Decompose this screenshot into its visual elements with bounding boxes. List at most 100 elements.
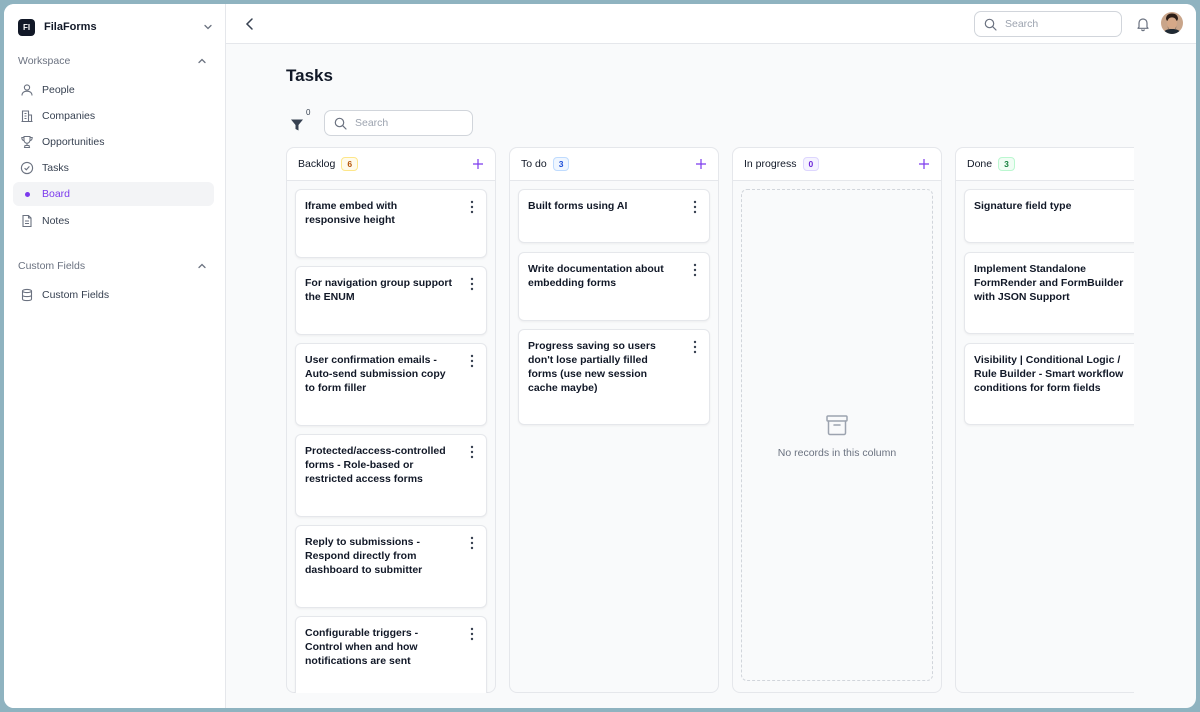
task-card[interactable]: User confirmation emails - Auto-send sub… <box>295 343 487 426</box>
task-card[interactable]: For navigation group support the ENUM <box>295 266 487 335</box>
count-badge: 3 <box>552 157 570 171</box>
sidebar-item-notes[interactable]: Notes <box>13 209 214 233</box>
more-vertical-icon[interactable] <box>693 263 697 277</box>
tenant-switcher[interactable]: FI FilaForms <box>18 17 214 37</box>
task-card-title: Configurable triggers - Control when and… <box>305 627 419 667</box>
plus-icon[interactable] <box>918 158 930 170</box>
task-card-title: Progress saving so users don't lose part… <box>528 340 656 394</box>
task-card-title: Iframe embed with responsive height <box>305 200 398 226</box>
column-header: In progress 0 <box>733 148 941 181</box>
more-vertical-icon[interactable] <box>470 536 474 550</box>
task-card-title: Built forms using AI <box>528 200 628 212</box>
task-card-title: Reply to submissions - Respond directly … <box>305 536 423 576</box>
task-card[interactable]: Protected/access-controlled forms - Role… <box>295 434 487 517</box>
archive-box-icon <box>826 415 848 436</box>
empty-drop-zone[interactable]: No records in this column <box>741 189 933 681</box>
sidebar-item-label: Board <box>42 188 71 200</box>
chevron-left-icon[interactable] <box>242 16 258 32</box>
filter-icon <box>291 119 303 131</box>
sidebar-item-label: Notes <box>42 215 70 227</box>
task-card-title: Implement Standalone FormRender and Form… <box>974 263 1124 303</box>
sidebar: FI FilaForms Workspace People Companies … <box>4 4 226 708</box>
user-avatar[interactable] <box>1161 12 1183 34</box>
column-title: In progress <box>744 158 797 170</box>
column-in-progress: In progress 0 No records in this column <box>732 147 942 693</box>
task-card-title: Visibility | Conditional Logic / Rule Bu… <box>974 354 1124 394</box>
filter-count-badge: 0 <box>306 108 311 117</box>
task-card[interactable]: Iframe embed with responsive height <box>295 189 487 258</box>
custom-fields-group-header[interactable]: Custom Fields <box>18 258 208 274</box>
column-done: Done 3 Signature field type Implement St… <box>955 147 1134 693</box>
task-card[interactable]: Implement Standalone FormRender and Form… <box>964 252 1134 334</box>
database-icon <box>20 288 34 302</box>
count-badge: 3 <box>998 157 1015 171</box>
sidebar-item-label: Custom Fields <box>42 289 110 301</box>
task-card-title: Signature field type <box>974 200 1072 212</box>
workspace-group-header[interactable]: Workspace <box>18 53 208 69</box>
more-vertical-icon[interactable] <box>693 340 697 354</box>
custom-fields-group-label: Custom Fields <box>18 260 86 272</box>
plus-icon[interactable] <box>695 158 707 170</box>
filter-button[interactable]: 0 <box>290 108 316 134</box>
sidebar-item-label: People <box>42 84 75 96</box>
sidebar-item-opportunities[interactable]: Opportunities <box>13 130 214 154</box>
workspace-group-label: Workspace <box>18 55 71 67</box>
empty-column-message: No records in this column <box>777 447 897 459</box>
sidebar-item-tasks[interactable]: Tasks <box>13 156 214 180</box>
check-circle-icon <box>20 161 34 175</box>
trophy-icon <box>20 135 34 149</box>
column-header: Done 3 <box>956 148 1134 181</box>
sidebar-item-companies[interactable]: Companies <box>13 104 214 128</box>
column-header: To do 3 <box>510 148 718 181</box>
count-badge: 0 <box>802 157 820 171</box>
sidebar-item-board[interactable]: Board <box>13 182 214 206</box>
column-to-do: To do 3 Built forms using AI Write docum… <box>509 147 719 693</box>
chevron-up-icon[interactable] <box>196 260 208 272</box>
column-title: To do <box>521 158 547 170</box>
chevron-up-icon[interactable] <box>196 55 208 67</box>
user-icon <box>20 83 34 97</box>
sidebar-item-label: Opportunities <box>42 136 105 148</box>
task-card[interactable]: Configurable triggers - Control when and… <box>295 616 487 693</box>
sidebar-item-people[interactable]: People <box>13 78 214 102</box>
chevron-down-icon[interactable] <box>202 21 214 33</box>
plus-icon[interactable] <box>472 158 484 170</box>
task-card-title: Write documentation about embedding form… <box>528 263 664 289</box>
count-badge: 6 <box>341 157 359 171</box>
topbar: Search <box>226 4 1196 44</box>
board-search-input[interactable]: Search <box>324 110 473 136</box>
sidebar-item-label: Tasks <box>42 162 69 174</box>
search-icon <box>334 117 347 130</box>
column-backlog: Backlog 6 Iframe embed with responsive h… <box>286 147 496 693</box>
task-card-title: Protected/access-controlled forms - Role… <box>305 445 446 485</box>
brand-name: FilaForms <box>44 21 97 33</box>
page-title: Tasks <box>286 66 333 85</box>
app-window: FI FilaForms Workspace People Companies … <box>4 4 1196 708</box>
column-header: Backlog 6 <box>287 148 495 181</box>
task-card[interactable]: Built forms using AI <box>518 189 710 243</box>
more-vertical-icon[interactable] <box>470 627 474 641</box>
task-card[interactable]: Visibility | Conditional Logic / Rule Bu… <box>964 343 1134 425</box>
global-search-input[interactable]: Search <box>974 11 1122 37</box>
task-card[interactable]: Reply to submissions - Respond directly … <box>295 525 487 608</box>
bell-icon[interactable] <box>1135 16 1151 32</box>
search-placeholder: Search <box>355 117 389 129</box>
more-vertical-icon[interactable] <box>470 200 474 214</box>
task-card[interactable]: Progress saving so users don't lose part… <box>518 329 710 425</box>
sidebar-item-label: Companies <box>42 110 96 122</box>
column-title: Backlog <box>298 158 336 170</box>
column-title: Done <box>967 158 993 170</box>
brand-logo: FI <box>18 18 35 36</box>
kanban-board: Backlog 6 Iframe embed with responsive h… <box>286 147 1134 693</box>
more-vertical-icon[interactable] <box>470 445 474 459</box>
building-icon <box>20 109 34 123</box>
search-icon <box>984 18 997 31</box>
sidebar-item-custom-fields[interactable]: Custom Fields <box>13 283 214 307</box>
document-icon <box>20 214 34 228</box>
task-card[interactable]: Signature field type <box>964 189 1134 243</box>
more-vertical-icon[interactable] <box>470 354 474 368</box>
more-vertical-icon[interactable] <box>470 277 474 291</box>
task-card-title: For navigation group support the ENUM <box>305 277 452 303</box>
more-vertical-icon[interactable] <box>693 200 697 214</box>
task-card[interactable]: Write documentation about embedding form… <box>518 252 710 321</box>
